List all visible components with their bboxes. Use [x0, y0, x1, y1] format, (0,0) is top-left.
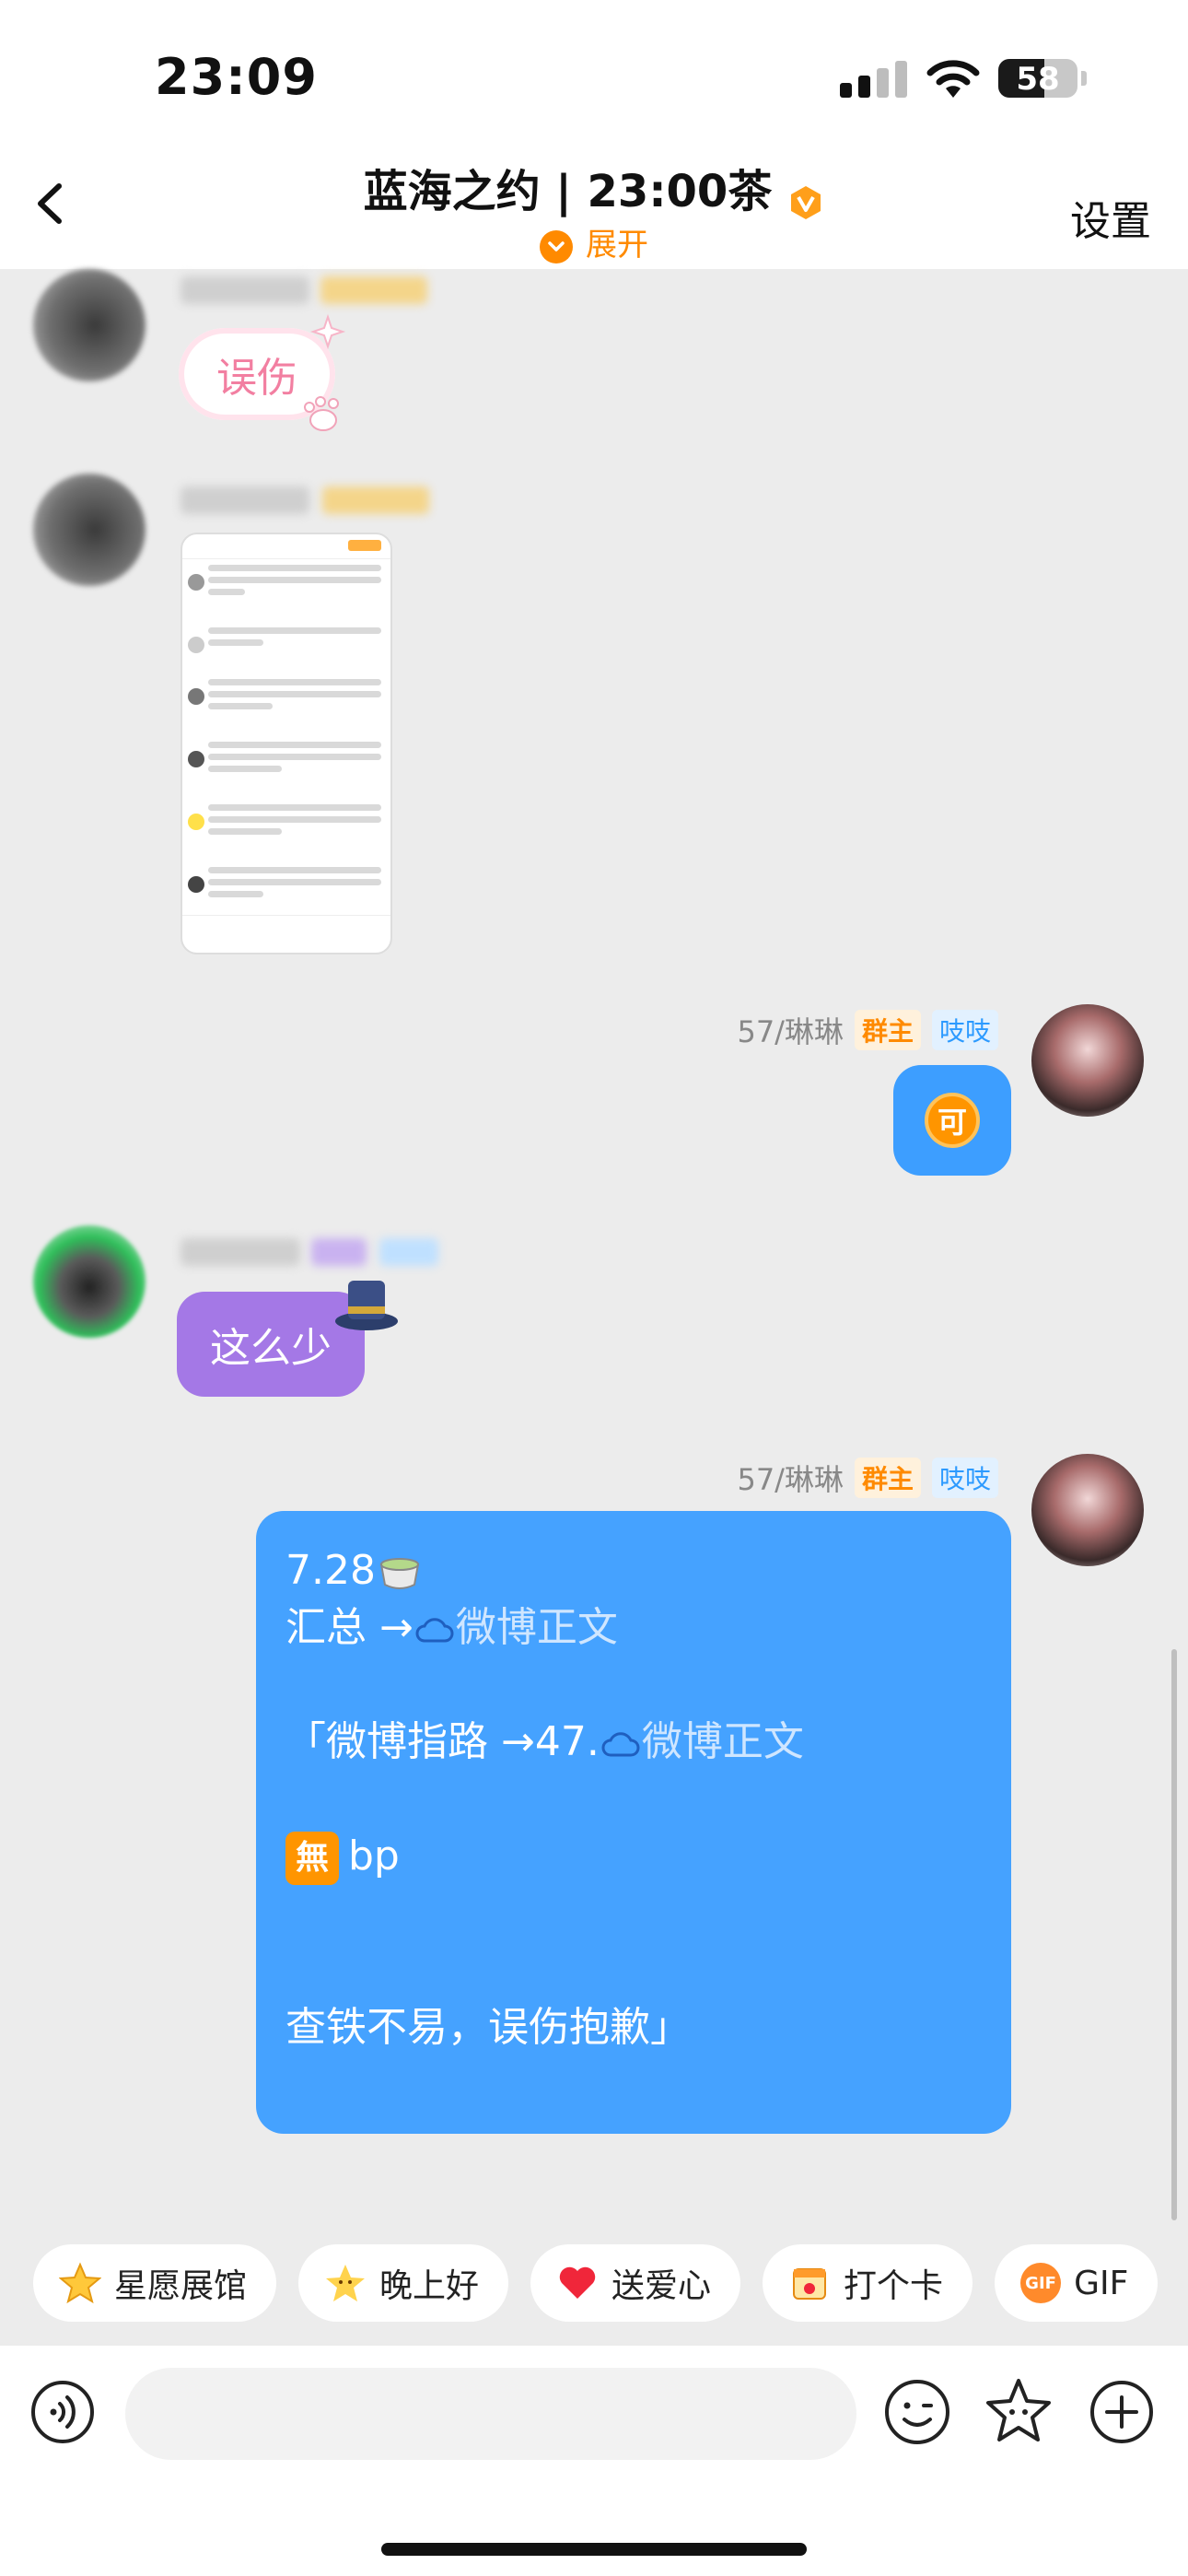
cellular-signal-icon	[840, 61, 908, 98]
battery-icon: 58	[998, 59, 1077, 98]
weibo-link[interactable]: 微博正文	[642, 1718, 804, 1765]
star-icon	[59, 2262, 101, 2304]
sender-badge-blurred	[322, 486, 429, 514]
image-header	[182, 534, 390, 559]
weibo-link[interactable]: 微博正文	[456, 1604, 618, 1651]
battery-percent: 58	[1016, 61, 1060, 98]
calendar-icon	[793, 2268, 827, 2300]
voice-button[interactable]	[29, 2379, 96, 2445]
heart-icon	[559, 2266, 596, 2299]
avatar[interactable]	[33, 1225, 146, 1338]
quick-actions: 星愿展馆 晚上好 送爱心 打个卡 GIF GIF	[33, 2244, 1159, 2322]
avatar[interactable]	[33, 269, 146, 381]
chat-header: 蓝海之约 | 23:00茶 展开 设置	[0, 138, 1188, 269]
message-line: 查铁不易，误伤抱歉」	[285, 2004, 691, 2051]
chat-title-block[interactable]: 蓝海之约 | 23:00茶	[0, 155, 1188, 221]
ke-emoji-icon: 可	[925, 1093, 980, 1148]
vip-badge-icon	[791, 185, 821, 219]
avatar-self[interactable]	[1031, 1454, 1144, 1566]
cloud-icon	[415, 1618, 454, 1643]
expand-toggle[interactable]: 展开	[0, 219, 1188, 264]
quick-action-good-evening[interactable]: 晚上好	[298, 2244, 509, 2322]
sender-badge-blurred	[379, 1238, 438, 1266]
message-line: 汇总 → 微博正文	[285, 1604, 618, 1651]
top-hat-icon	[335, 1281, 398, 1330]
quick-action-send-heart[interactable]: 送爱心	[530, 2244, 741, 2322]
quick-action-check-in[interactable]: 打个卡	[763, 2244, 973, 2322]
paw-icon	[304, 396, 339, 431]
quick-action-xingyuan[interactable]: 星愿展馆	[33, 2244, 277, 2322]
status-bar: 23:09 58	[0, 0, 1188, 138]
settings-button[interactable]: 设置	[1070, 188, 1151, 247]
emoji-message[interactable]: 可	[893, 1065, 1011, 1176]
expand-label: 展开	[586, 227, 648, 263]
message-input[interactable]	[125, 2368, 856, 2460]
owner-badge: 群主	[854, 1458, 921, 1498]
sender-name-blurred	[181, 1238, 300, 1266]
star-face-icon	[326, 2265, 366, 2301]
sender-name-blurred	[181, 276, 309, 304]
home-indicator	[381, 2543, 807, 2556]
sender-badge-blurred	[311, 1238, 367, 1266]
avatar[interactable]	[33, 474, 146, 586]
battery-tip	[1081, 71, 1087, 86]
scrollbar[interactable]	[1171, 1649, 1177, 2220]
message-line: 無 bp	[285, 1828, 982, 1885]
sender-line: 57/琳琳 群主 吱吱	[737, 1010, 998, 1050]
sender-name: 57/琳琳	[737, 1014, 844, 1049]
chevron-down-icon	[540, 229, 573, 263]
quick-action-gif[interactable]: GIF GIF	[995, 2244, 1159, 2322]
status-time: 23:09	[155, 48, 318, 106]
sticker-star-button[interactable]	[982, 2375, 1055, 2449]
sparkle-icon	[309, 313, 346, 350]
chat-title: 蓝海之约 | 23:00茶	[363, 166, 773, 217]
tag-badge: 吱吱	[931, 1010, 998, 1050]
tag-badge: 吱吱	[931, 1458, 998, 1498]
cloud-icon	[601, 1732, 640, 1757]
image-message[interactable]	[181, 533, 392, 954]
text-message-long[interactable]: 7.28 汇总 → 微博正文 「微博指路 →47. 微博正文 無 bp 查铁不易，误伤…	[256, 1511, 1011, 2134]
wifi-icon	[926, 60, 980, 98]
owner-badge: 群主	[854, 1010, 921, 1050]
sender-name: 57/琳琳	[737, 1462, 844, 1497]
emoji-button[interactable]	[882, 2377, 952, 2447]
message-line: 「微博指路 →47. 微博正文	[285, 1718, 804, 1765]
gif-icon: GIF	[1020, 2263, 1062, 2303]
wu-emoji-icon: 無	[285, 1832, 339, 1885]
plus-button[interactable]	[1089, 2379, 1155, 2445]
tea-cup-icon	[379, 1558, 420, 1589]
input-bar	[0, 2346, 1188, 2576]
image-footer	[182, 915, 390, 953]
avatar-self[interactable]	[1031, 1004, 1144, 1117]
sender-badge-blurred	[320, 276, 427, 304]
sender-name-blurred	[181, 486, 309, 514]
message-line: 7.28	[285, 1542, 982, 1599]
sender-line: 57/琳琳 群主 吱吱	[737, 1458, 998, 1498]
